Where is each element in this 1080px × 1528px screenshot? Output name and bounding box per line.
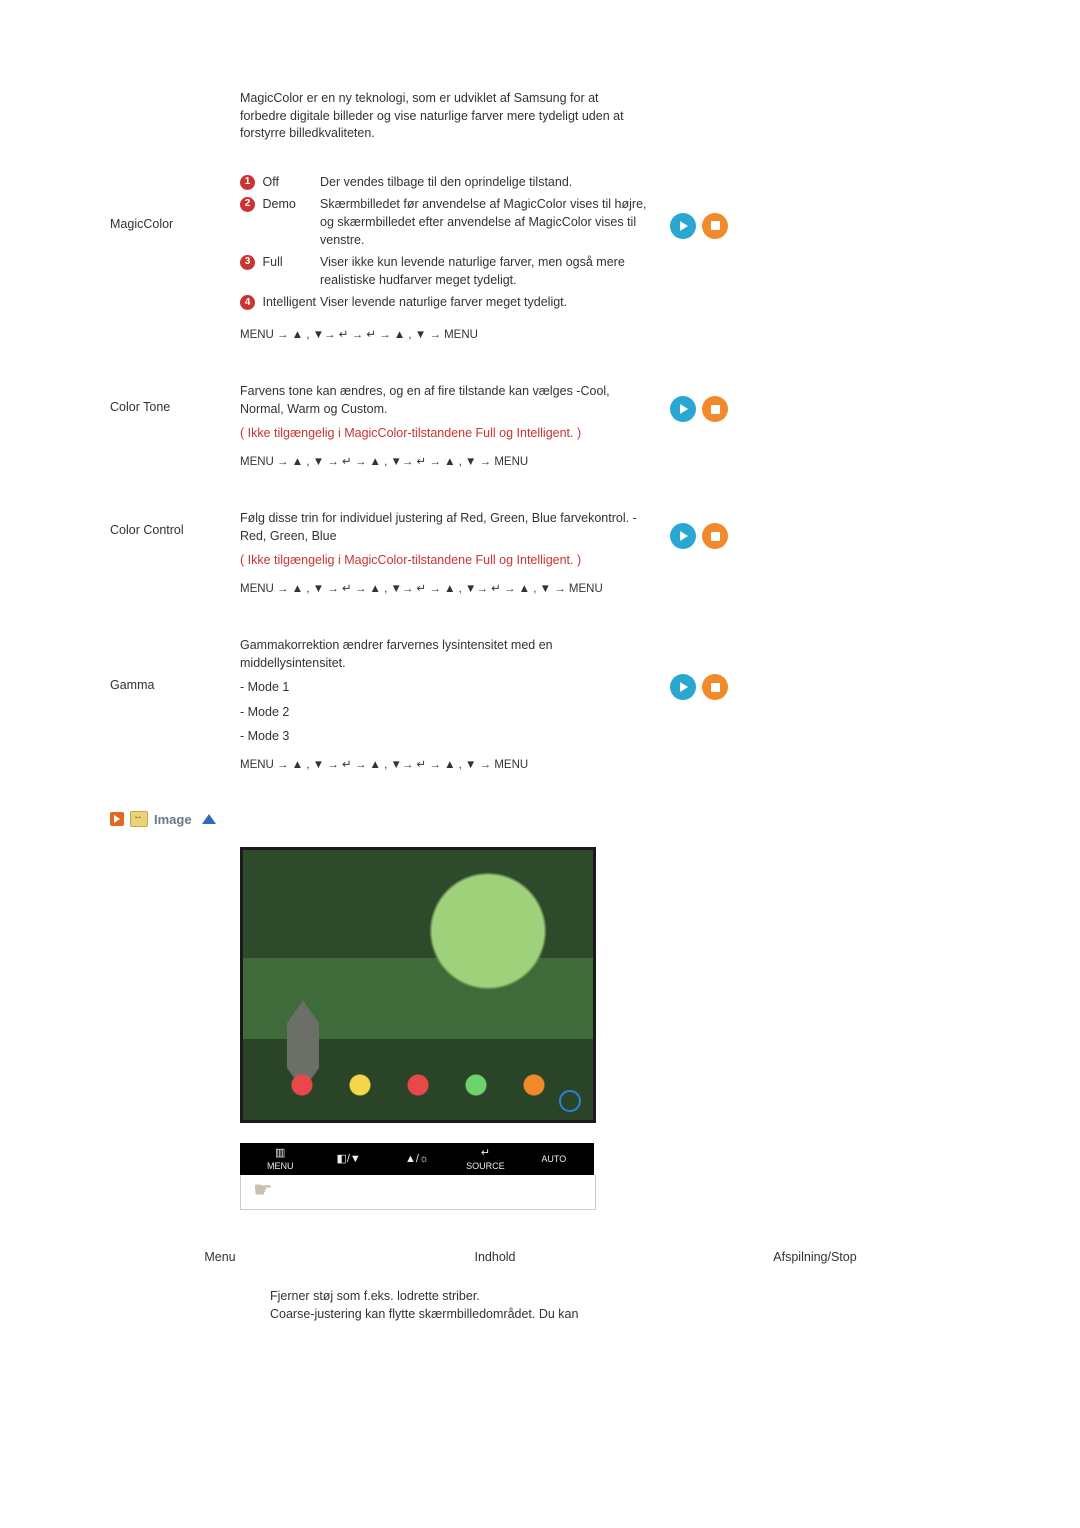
badge-1-icon: 1 bbox=[240, 175, 255, 190]
icons-colorcontrol bbox=[650, 509, 760, 549]
opt-intelligent-desc: Viser levende naturlige farver meget tyd… bbox=[320, 293, 650, 315]
label-colorcontrol: Color Control bbox=[110, 509, 240, 537]
badge-3-icon: 3 bbox=[240, 255, 255, 270]
col-menu: Menu bbox=[110, 1250, 330, 1264]
collapse-up-icon[interactable] bbox=[202, 814, 216, 824]
icons-gamma bbox=[650, 636, 760, 700]
btn-bright[interactable]: ▲/☼ bbox=[383, 1153, 451, 1166]
play-icon[interactable] bbox=[670, 396, 696, 422]
coarse-description: Fjerner støj som f.eks. lodrette striber… bbox=[270, 1288, 700, 1323]
triple-header: Menu Indhold Afspilning/Stop bbox=[110, 1250, 970, 1264]
magiccolor-options: 1 Off Der vendes tilbage til den oprinde… bbox=[240, 173, 650, 316]
hand-pointer-strip bbox=[240, 1175, 596, 1210]
label-magiccolor: MagicColor bbox=[110, 173, 240, 231]
gamma-mode2: - Mode 2 bbox=[240, 703, 650, 721]
opt-demo: Demo bbox=[262, 197, 295, 211]
btn-menu-label: MENU bbox=[267, 1161, 294, 1171]
coarse-line1: Fjerner støj som f.eks. lodrette striber… bbox=[270, 1288, 700, 1306]
section-title: Image bbox=[154, 812, 192, 827]
section-header-image: Image bbox=[110, 811, 970, 827]
btn-auto-label: AUTO bbox=[541, 1154, 566, 1164]
adjust-icon bbox=[130, 811, 148, 827]
colorcontrol-note: ( Ikke tilgængelig i MagicColor-tilstand… bbox=[240, 551, 650, 569]
play-icon[interactable] bbox=[670, 674, 696, 700]
power-ring-icon bbox=[559, 1090, 581, 1112]
label-gamma: Gamma bbox=[110, 636, 240, 692]
nav-colorcontrol: MENU → ▲ , ▼ → ↵ → ▲ , ▼→ ↵ → ▲ , ▼→ ↵ →… bbox=[240, 581, 650, 598]
badge-4-icon: 4 bbox=[240, 295, 255, 310]
stop-icon[interactable] bbox=[702, 523, 728, 549]
gamma-text: Gammakorrektion ændrer farvernes lysinte… bbox=[240, 636, 650, 672]
gamma-mode3: - Mode 3 bbox=[240, 727, 650, 745]
stop-icon[interactable] bbox=[702, 674, 728, 700]
icons-colortone bbox=[650, 382, 760, 422]
icons-magiccolor bbox=[650, 173, 760, 239]
feature-magiccolor: MagicColor 1 Off Der vendes tilbage til … bbox=[110, 173, 970, 345]
col-indhold: Indhold bbox=[330, 1250, 660, 1264]
opt-demo-desc: Skærmbilledet før anvendelse af MagicCol… bbox=[320, 195, 650, 253]
play-icon[interactable] bbox=[670, 523, 696, 549]
col-afspil: Afspilning/Stop bbox=[660, 1250, 970, 1264]
colorcontrol-text: Følg disse trin for individuel justering… bbox=[240, 509, 650, 545]
badge-2-icon: 2 bbox=[240, 197, 255, 212]
nav-colortone: MENU → ▲ , ▼ → ↵ → ▲ , ▼→ ↵ → ▲ , ▼ → ME… bbox=[240, 454, 650, 471]
play-icon[interactable] bbox=[670, 213, 696, 239]
colortone-text: Farvens tone kan ændres, og en af fire t… bbox=[240, 382, 650, 418]
btn-source[interactable]: ↵ SOURCE bbox=[451, 1147, 519, 1171]
play-square-icon bbox=[110, 812, 124, 826]
label-colortone: Color Tone bbox=[110, 382, 240, 414]
menu-glyph-icon: ▥ bbox=[246, 1147, 314, 1160]
opt-intelligent: Intelligent bbox=[262, 295, 316, 309]
btn-auto[interactable]: AUTO bbox=[520, 1154, 588, 1165]
monitor-button-bar: ▥ MENU ◧/▼ ▲/☼ ↵ SOURCE AUTO bbox=[240, 1143, 594, 1175]
source-glyph-icon: ↵ bbox=[451, 1147, 519, 1160]
feature-colorcontrol: Color Control Følg disse trin for indivi… bbox=[110, 509, 970, 598]
opt-full: Full bbox=[262, 255, 282, 269]
gamma-mode1: - Mode 1 bbox=[240, 678, 650, 696]
opt-full-desc: Viser ikke kun levende naturlige farver,… bbox=[320, 253, 650, 293]
nav-magiccolor: MENU → ▲ , ▼→ ↵ → ↵ → ▲ , ▼ → MENU bbox=[240, 327, 650, 344]
stop-icon[interactable] bbox=[702, 213, 728, 239]
feature-gamma: Gamma Gammakorrektion ændrer farvernes l… bbox=[110, 636, 970, 773]
btn-menu[interactable]: ▥ MENU bbox=[246, 1147, 314, 1171]
magiccolor-intro: MagicColor er en ny teknologi, som er ud… bbox=[240, 90, 640, 143]
feature-colortone: Color Tone Farvens tone kan ændres, og e… bbox=[110, 382, 970, 471]
colortone-note: ( Ikke tilgængelig i MagicColor-tilstand… bbox=[240, 424, 650, 442]
opt-off: Off bbox=[262, 175, 278, 189]
monitor-preview-image bbox=[240, 847, 596, 1123]
bright-glyph-icon: ▲/☼ bbox=[383, 1153, 451, 1166]
adjust-glyph-icon: ◧/▼ bbox=[314, 1153, 382, 1166]
opt-off-desc: Der vendes tilbage til den oprindelige t… bbox=[320, 173, 650, 195]
coarse-line2: Coarse-justering kan flytte skærmbilledo… bbox=[270, 1306, 700, 1324]
nav-gamma: MENU → ▲ , ▼ → ↵ → ▲ , ▼→ ↵ → ▲ , ▼ → ME… bbox=[240, 757, 650, 774]
stop-icon[interactable] bbox=[702, 396, 728, 422]
btn-adjust[interactable]: ◧/▼ bbox=[314, 1153, 382, 1166]
btn-source-label: SOURCE bbox=[466, 1161, 505, 1171]
